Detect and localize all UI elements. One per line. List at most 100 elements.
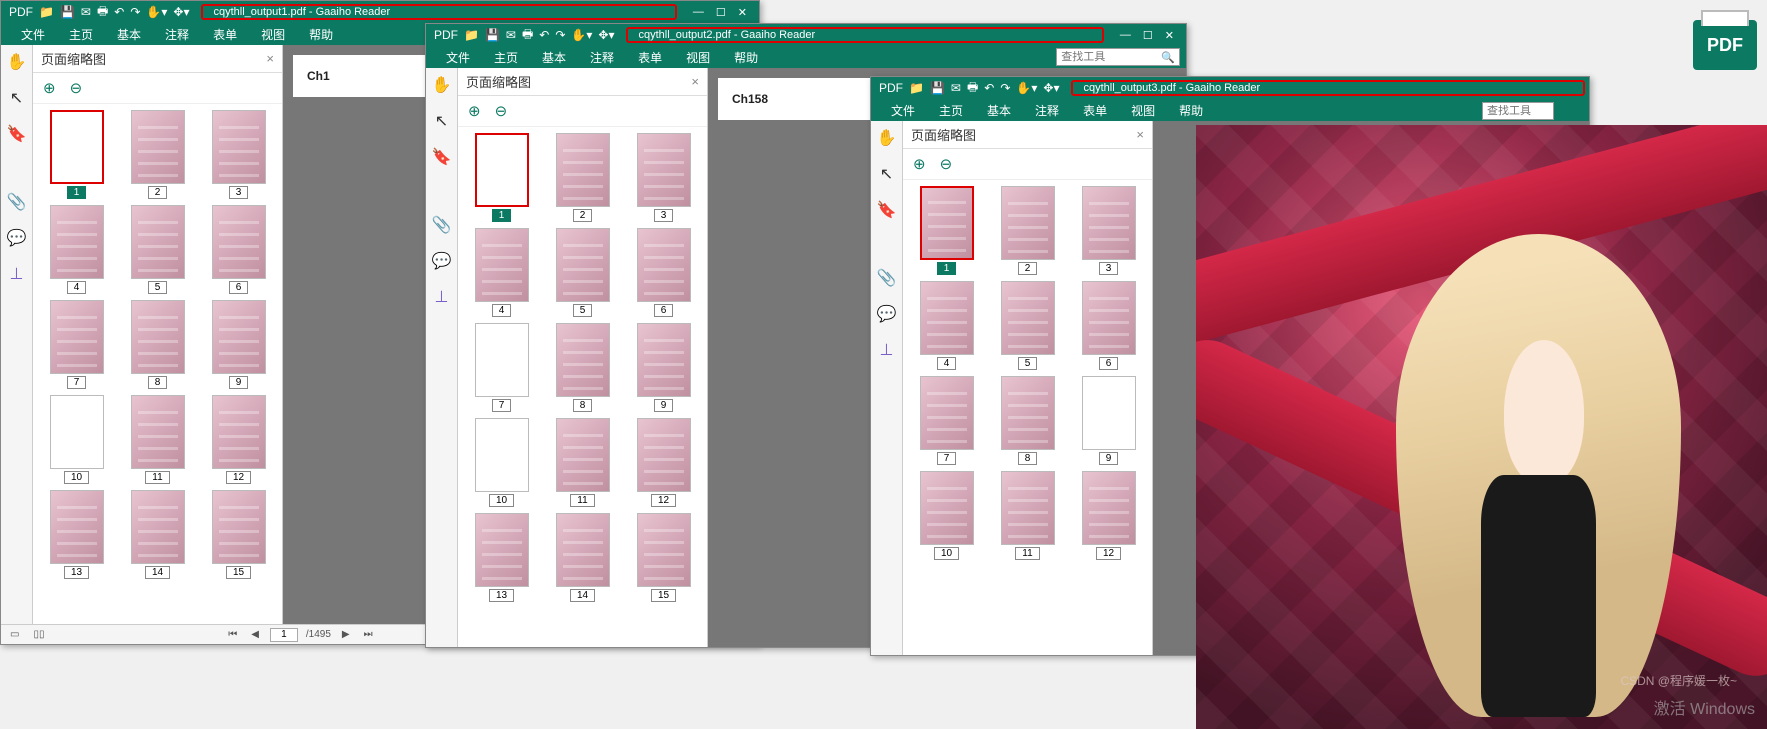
thumbnail-image[interactable] bbox=[920, 471, 974, 545]
open-icon[interactable]: 📁 bbox=[464, 28, 479, 42]
search-icon[interactable]: 🔍 bbox=[1157, 51, 1179, 64]
zoom-in-icon[interactable]: ⊕ bbox=[43, 79, 56, 97]
thumbnail-item[interactable]: 10 bbox=[39, 395, 114, 484]
thumbnail-item[interactable]: 7 bbox=[464, 323, 539, 412]
thumbnail-item[interactable]: 8 bbox=[545, 323, 620, 412]
menu-view[interactable]: 视图 bbox=[1121, 100, 1165, 121]
menu-help[interactable]: 帮助 bbox=[299, 24, 343, 45]
thumbnail-panel-close-icon[interactable]: × bbox=[691, 74, 699, 89]
save-icon[interactable]: 💾 bbox=[60, 5, 75, 19]
close-button[interactable]: ✕ bbox=[1165, 29, 1174, 42]
thumbnail-item[interactable]: 8 bbox=[990, 376, 1065, 465]
titlebar[interactable]: PDF 📁 💾 ✉ 🖶 ↶ ↷ ✋▾ ✥▾ cqythll_output3.pd… bbox=[871, 77, 1589, 99]
thumbnail-item[interactable]: 1 bbox=[909, 186, 984, 275]
thumbnail-image[interactable] bbox=[637, 513, 691, 587]
hand-tool-icon[interactable]: ✋ bbox=[431, 74, 453, 96]
thumbnail-image[interactable] bbox=[475, 323, 529, 397]
stamp-tool-icon[interactable]: ⊥ bbox=[431, 286, 453, 308]
menu-annotate[interactable]: 注释 bbox=[580, 47, 624, 68]
thumbnail-image[interactable] bbox=[475, 228, 529, 302]
thumbnail-item[interactable]: 8 bbox=[120, 300, 195, 389]
attachment-tool-icon[interactable]: 📎 bbox=[876, 267, 898, 289]
thumbnail-image[interactable] bbox=[1082, 471, 1136, 545]
thumbnail-item[interactable]: 6 bbox=[1071, 281, 1146, 370]
thumbnail-item[interactable]: 12 bbox=[626, 418, 701, 507]
search-tool[interactable]: 🔍 bbox=[1056, 48, 1180, 66]
menu-form[interactable]: 表单 bbox=[1073, 100, 1117, 121]
thumbnail-item[interactable]: 2 bbox=[990, 186, 1065, 275]
hand-dropdown-icon[interactable]: ✋▾ bbox=[146, 5, 167, 19]
save-icon[interactable]: 💾 bbox=[930, 81, 945, 95]
thumbnail-item[interactable]: 13 bbox=[464, 513, 539, 602]
thumbnail-item[interactable]: 3 bbox=[1071, 186, 1146, 275]
thumbnail-item[interactable]: 9 bbox=[1071, 376, 1146, 465]
thumbnail-image[interactable] bbox=[50, 205, 104, 279]
thumbnails-tool-icon[interactable] bbox=[433, 182, 451, 200]
thumbnail-item[interactable]: 14 bbox=[120, 490, 195, 579]
hand-dropdown-icon[interactable]: ✋▾ bbox=[571, 28, 592, 42]
thumbnail-item[interactable]: 4 bbox=[909, 281, 984, 370]
thumbnail-image[interactable] bbox=[556, 133, 610, 207]
thumbnail-image[interactable] bbox=[556, 228, 610, 302]
thumbnail-item[interactable]: 10 bbox=[464, 418, 539, 507]
select-tool-icon[interactable]: ↖ bbox=[431, 110, 453, 132]
redo-icon[interactable]: ↷ bbox=[555, 28, 565, 42]
minimize-button[interactable]: — bbox=[693, 6, 704, 19]
menu-help[interactable]: 帮助 bbox=[1169, 100, 1213, 121]
thumbnail-item[interactable]: 15 bbox=[626, 513, 701, 602]
mail-icon[interactable]: ✉ bbox=[506, 28, 516, 42]
hand-dropdown-icon[interactable]: ✋▾ bbox=[1016, 81, 1037, 95]
thumbnail-item[interactable]: 12 bbox=[201, 395, 276, 484]
menu-file[interactable]: 文件 bbox=[11, 24, 55, 45]
comment-tool-icon[interactable]: 💬 bbox=[876, 303, 898, 325]
mail-icon[interactable]: ✉ bbox=[81, 5, 91, 19]
menu-file[interactable]: 文件 bbox=[436, 47, 480, 68]
titlebar[interactable]: PDF 📁 💾 ✉ 🖶 ↶ ↷ ✋▾ ✥▾ cqythll_output1.pd… bbox=[1, 1, 759, 23]
thumbnail-image[interactable] bbox=[50, 110, 104, 184]
thumbnail-image[interactable] bbox=[1082, 186, 1136, 260]
thumbnail-item[interactable]: 4 bbox=[39, 205, 114, 294]
thumbnail-image[interactable] bbox=[920, 281, 974, 355]
comment-tool-icon[interactable]: 💬 bbox=[431, 250, 453, 272]
print-icon[interactable]: 🖶 bbox=[97, 2, 108, 23]
undo-icon[interactable]: ↶ bbox=[539, 28, 549, 42]
thumbnail-image[interactable] bbox=[212, 490, 266, 564]
thumbnail-item[interactable]: 5 bbox=[545, 228, 620, 317]
menu-basic[interactable]: 基本 bbox=[532, 47, 576, 68]
mail-icon[interactable]: ✉ bbox=[951, 81, 961, 95]
thumbnail-image[interactable] bbox=[637, 323, 691, 397]
thumbnail-image[interactable] bbox=[131, 205, 185, 279]
thumbnail-grid[interactable]: 123456789101112131415 bbox=[33, 104, 282, 624]
search-input[interactable] bbox=[1057, 51, 1157, 63]
menu-basic[interactable]: 基本 bbox=[107, 24, 151, 45]
thumbnails-tool-icon[interactable] bbox=[8, 159, 26, 177]
titlebar[interactable]: PDF 📁 💾 ✉ 🖶 ↶ ↷ ✋▾ ✥▾ cqythll_output2.pd… bbox=[426, 24, 1186, 46]
thumbnail-image[interactable] bbox=[212, 205, 266, 279]
stamp-tool-icon[interactable]: ⊥ bbox=[6, 263, 28, 285]
layout-single-icon[interactable]: ▭ bbox=[7, 629, 22, 640]
thumbnail-image[interactable] bbox=[1082, 376, 1136, 450]
thumbnail-image[interactable] bbox=[475, 513, 529, 587]
document-preview-image[interactable] bbox=[1196, 125, 1767, 729]
thumbnail-item[interactable]: 1 bbox=[39, 110, 114, 199]
thumbnail-image[interactable] bbox=[556, 323, 610, 397]
thumbnail-image[interactable] bbox=[131, 395, 185, 469]
thumbnail-item[interactable]: 7 bbox=[39, 300, 114, 389]
menu-home[interactable]: 主页 bbox=[929, 100, 973, 121]
undo-icon[interactable]: ↶ bbox=[114, 5, 124, 19]
thumbnail-item[interactable]: 11 bbox=[120, 395, 195, 484]
thumbnail-image[interactable] bbox=[212, 110, 266, 184]
thumbnail-grid[interactable]: 123456789101112 bbox=[903, 180, 1152, 655]
search-input[interactable] bbox=[1483, 105, 1553, 117]
nav-prev-icon[interactable]: ◀ bbox=[248, 629, 262, 640]
close-button[interactable]: ✕ bbox=[738, 6, 747, 19]
thumbnail-item[interactable]: 2 bbox=[545, 133, 620, 222]
open-icon[interactable]: 📁 bbox=[909, 81, 924, 95]
thumbnail-item[interactable]: 3 bbox=[626, 133, 701, 222]
thumbnail-image[interactable] bbox=[637, 228, 691, 302]
thumbnail-item[interactable]: 9 bbox=[201, 300, 276, 389]
zoom-in-icon[interactable]: ⊕ bbox=[913, 155, 926, 173]
zoom-out-icon[interactable]: ⊖ bbox=[940, 155, 953, 173]
thumbnail-image[interactable] bbox=[637, 133, 691, 207]
thumbnail-image[interactable] bbox=[212, 300, 266, 374]
